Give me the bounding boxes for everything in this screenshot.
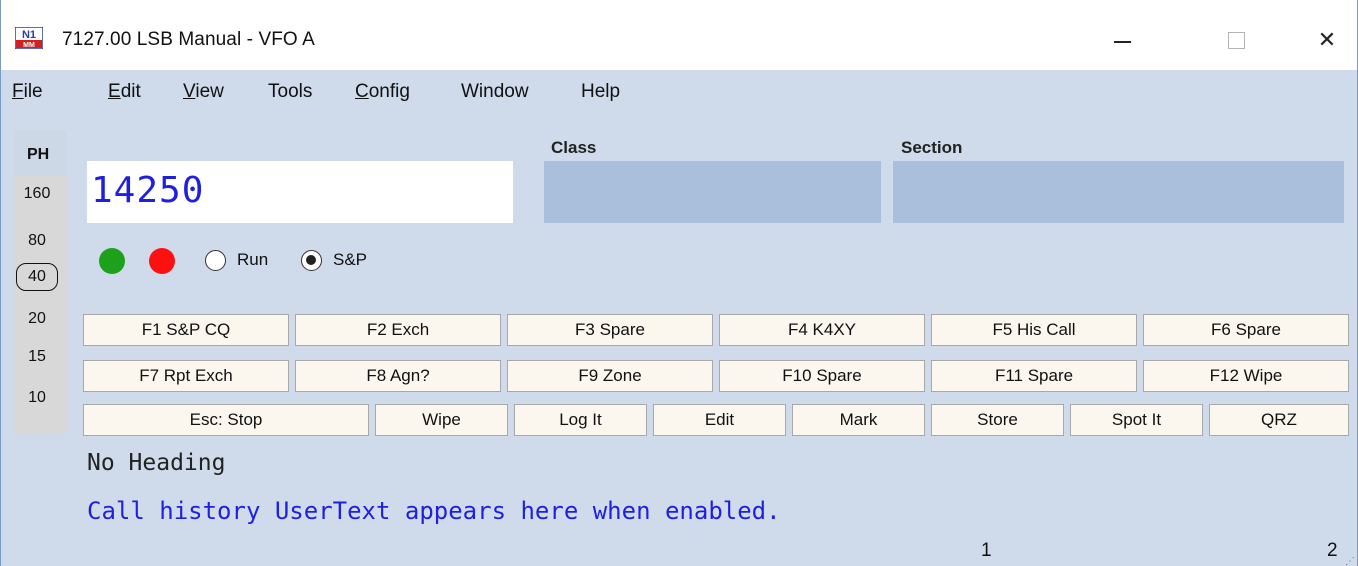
section-input[interactable]: [893, 161, 1344, 223]
class-label: Class: [551, 138, 597, 157]
red-status-indicator: [149, 248, 175, 274]
edit-button[interactable]: Edit: [653, 404, 786, 436]
menu-help[interactable]: Help: [581, 81, 620, 103]
f4-button[interactable]: F4 K4XY: [719, 314, 925, 346]
title-bar[interactable]: N1 MM 7127.00 LSB Manual - VFO A ✕: [1, 0, 1357, 70]
svg-text:N1: N1: [22, 29, 36, 41]
f3-button[interactable]: F3 Spare: [507, 314, 713, 346]
maximize-icon: [1227, 31, 1245, 49]
minimize-button[interactable]: [1099, 20, 1145, 60]
mark-button[interactable]: Mark: [792, 404, 925, 436]
mode-label: PH: [27, 146, 50, 163]
band-20[interactable]: 20: [15, 310, 59, 328]
f7-button[interactable]: F7 Rpt Exch: [83, 360, 289, 392]
resize-grip-icon[interactable]: ⋰: [1345, 556, 1355, 566]
band-160[interactable]: 160: [15, 185, 59, 203]
f11-button[interactable]: F11 Spare: [931, 360, 1137, 392]
call-history-usertext: Call history UserText appears here when …: [87, 497, 781, 525]
callsign-input[interactable]: 14250: [87, 161, 513, 223]
f9-button[interactable]: F9 Zone: [507, 360, 713, 392]
menu-view[interactable]: View: [183, 81, 224, 103]
store-button[interactable]: Store: [931, 404, 1064, 436]
status-pane-1: 1: [981, 540, 992, 561]
menu-file[interactable]: File: [12, 81, 43, 103]
band-10[interactable]: 10: [15, 389, 59, 407]
spot-it-button[interactable]: Spot It: [1070, 404, 1203, 436]
logger-window: N1 MM 7127.00 LSB Manual - VFO A ✕ File …: [0, 0, 1358, 566]
f2-button[interactable]: F2 Exch: [295, 314, 501, 346]
close-icon: ✕: [1317, 27, 1337, 52]
menu-tools[interactable]: Tools: [268, 81, 312, 103]
run-radio[interactable]: [205, 250, 226, 271]
band-40-selected[interactable]: 40: [16, 263, 58, 291]
status-pane-2: 2: [1327, 540, 1338, 561]
maximize-button[interactable]: [1213, 20, 1259, 60]
f1-button[interactable]: F1 S&P CQ: [83, 314, 289, 346]
f10-button[interactable]: F10 Spare: [719, 360, 925, 392]
qrz-button[interactable]: QRZ: [1209, 404, 1349, 436]
minimize-icon: [1113, 41, 1131, 43]
app-logo-icon: N1 MM: [15, 27, 43, 49]
f8-button[interactable]: F8 Agn?: [295, 360, 501, 392]
heading-text: No Heading: [87, 450, 226, 476]
band-15[interactable]: 15: [15, 348, 59, 366]
menu-edit[interactable]: Edit: [108, 81, 141, 103]
f12-button[interactable]: F12 Wipe: [1143, 360, 1349, 392]
wipe-button[interactable]: Wipe: [375, 404, 508, 436]
sp-radio-selected-dot: [306, 255, 316, 265]
menu-bar: File Edit View Tools Config Window Help: [1, 70, 1357, 114]
close-button[interactable]: ✕: [1304, 20, 1350, 60]
window-title: 7127.00 LSB Manual - VFO A: [62, 29, 315, 50]
f5-button[interactable]: F5 His Call: [931, 314, 1137, 346]
section-label: Section: [901, 138, 963, 157]
log-it-button[interactable]: Log It: [514, 404, 647, 436]
green-status-indicator: [99, 248, 125, 274]
f6-button[interactable]: F6 Spare: [1143, 314, 1349, 346]
class-input[interactable]: [544, 161, 881, 223]
menu-window[interactable]: Window: [461, 81, 529, 103]
band-80[interactable]: 80: [15, 232, 59, 250]
sp-radio[interactable]: [301, 250, 322, 271]
svg-text:MM: MM: [23, 42, 35, 49]
run-label: Run: [237, 250, 269, 269]
menu-config[interactable]: Config: [355, 81, 410, 103]
esc-stop-button[interactable]: Esc: Stop: [83, 404, 369, 436]
sp-label: S&P: [333, 250, 368, 269]
